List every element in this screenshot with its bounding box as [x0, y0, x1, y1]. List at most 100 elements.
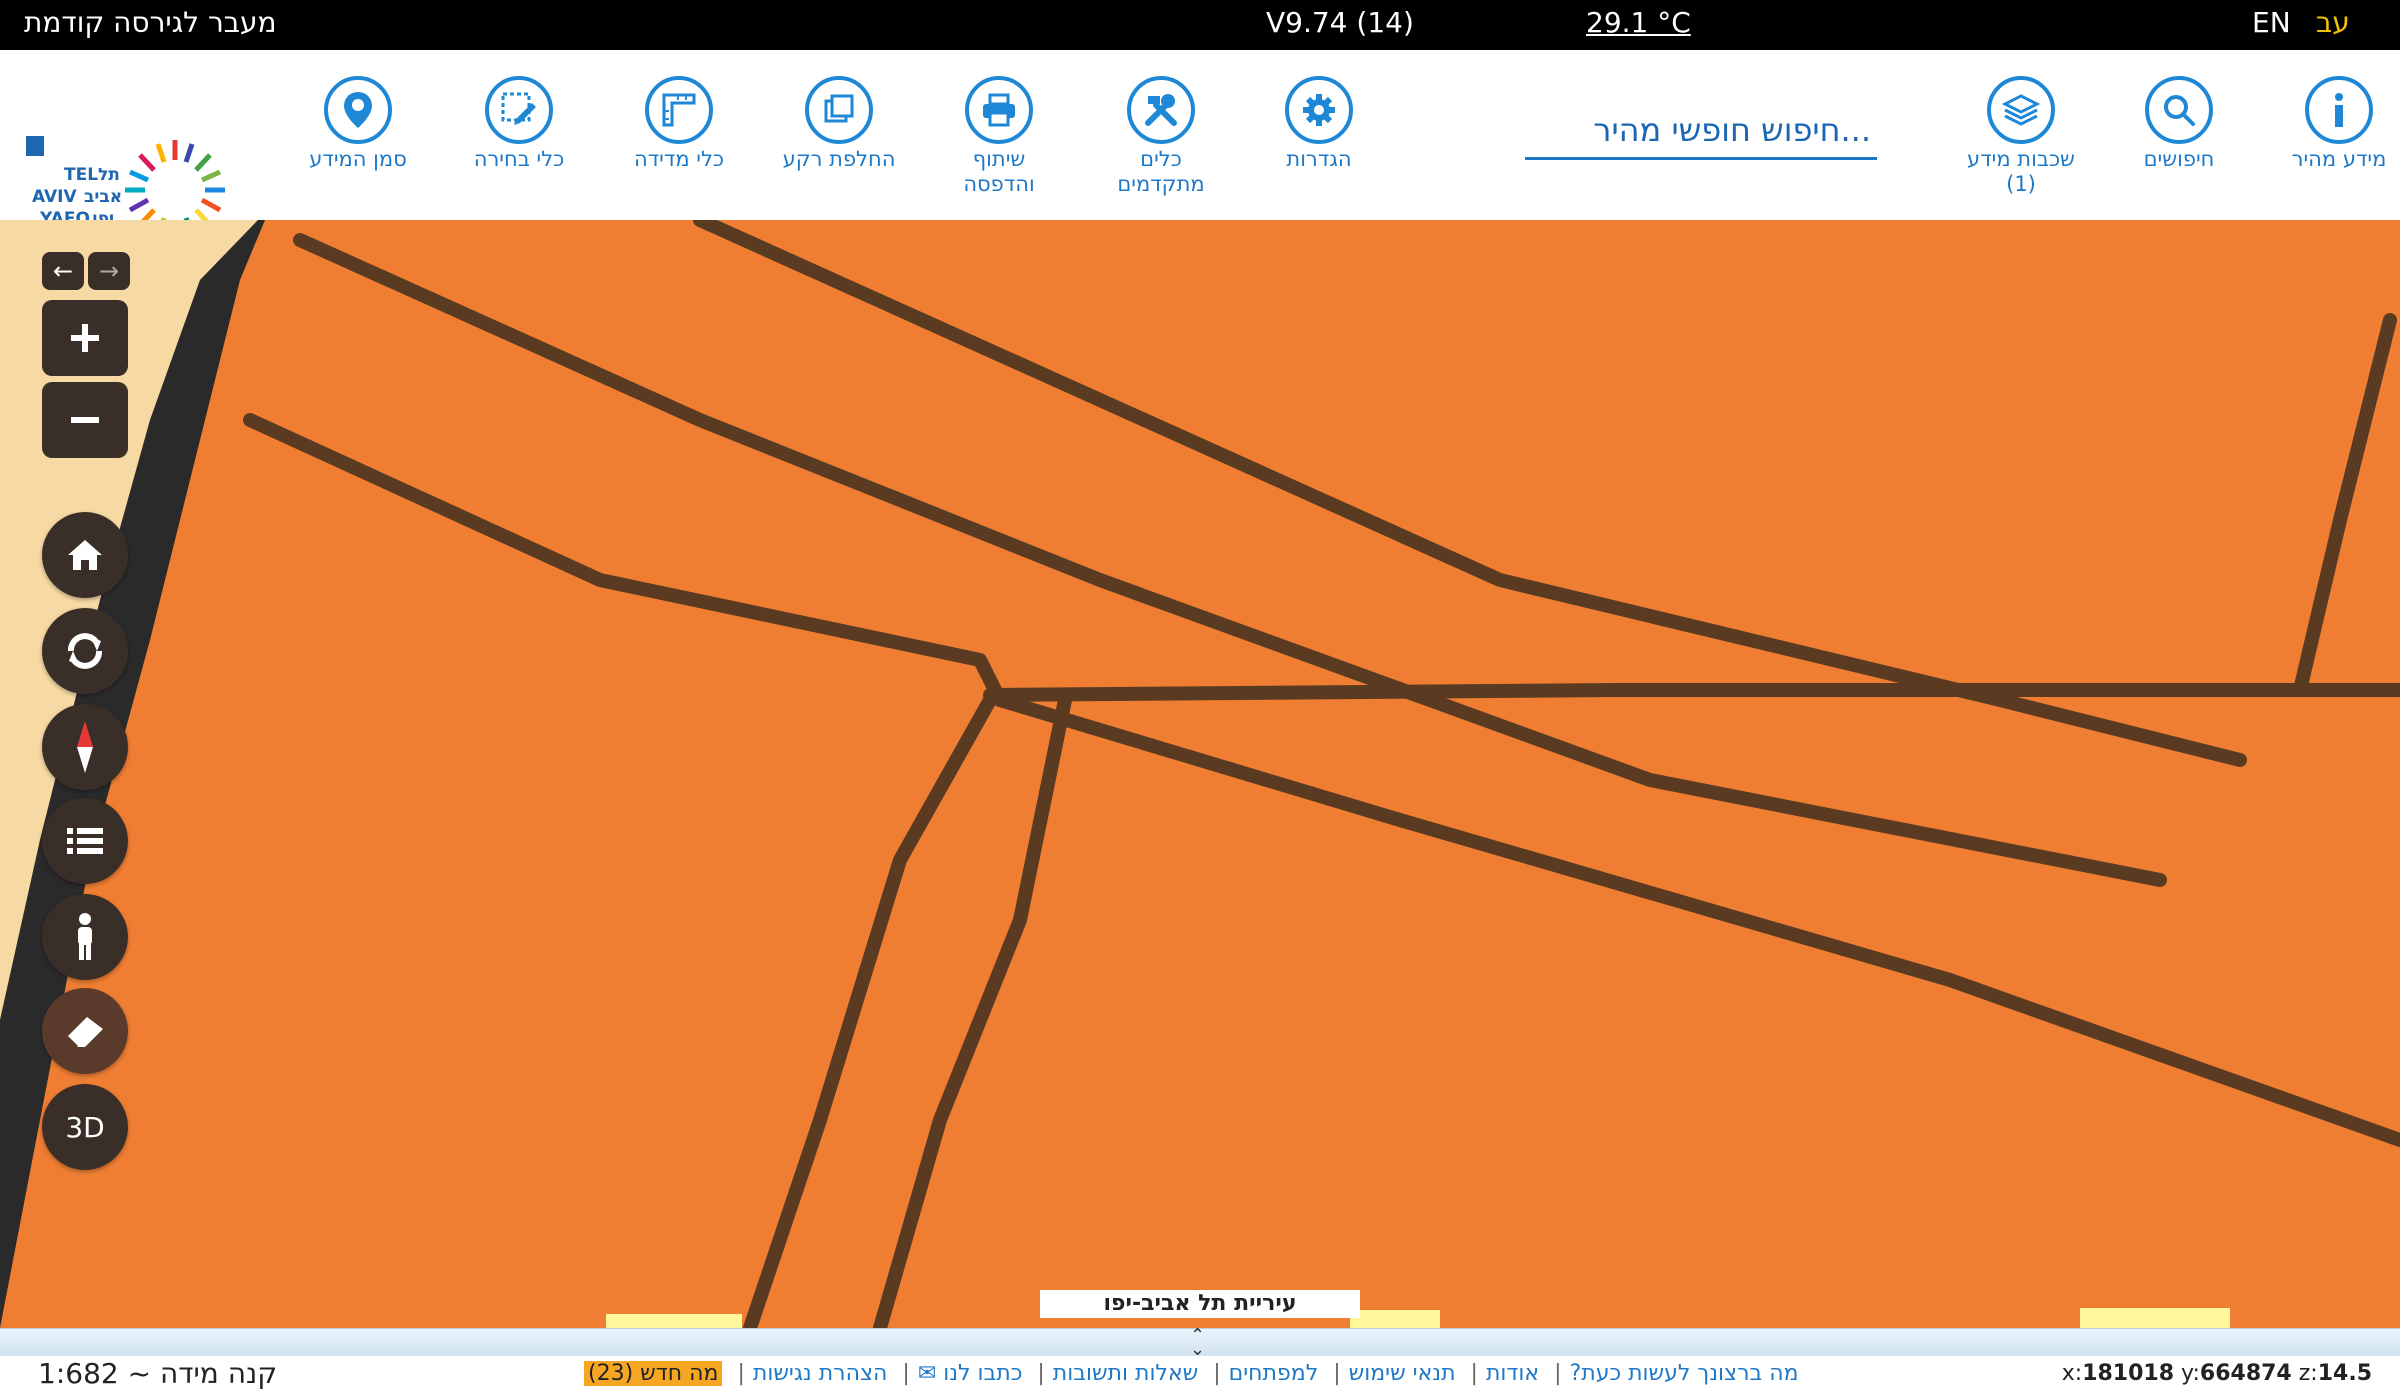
home-icon	[68, 540, 102, 570]
minus-icon	[71, 417, 99, 423]
street-view-button[interactable]	[42, 894, 128, 980]
panel-splitter[interactable]: ⌃ ⌄	[0, 1325, 2400, 1360]
settings-tool[interactable]: הגדרות	[1244, 76, 1394, 173]
quick-info-label: מידע מהיר	[2291, 147, 2387, 171]
footer-link-about[interactable]: אודות	[1486, 1361, 1539, 1386]
share-print-label-2: והדפסה	[963, 172, 1035, 196]
coord-y-label: y:	[2181, 1361, 2200, 1386]
home-button[interactable]	[42, 512, 128, 598]
whats-new-badge[interactable]: מה חדש (23)	[584, 1361, 723, 1386]
share-print-label-1: שיתוף	[972, 147, 1026, 171]
basemap-switch-tool[interactable]: החלפת רקע	[764, 76, 914, 173]
coord-z-label: z:	[2298, 1361, 2318, 1386]
top-bar: מעבר לגירסה קודמת V9.74 (14) 29.1 °C EN …	[0, 0, 2400, 50]
advanced-tools[interactable]: כלים מתקדמים	[1086, 76, 1236, 198]
zoom-out-button[interactable]	[42, 382, 128, 458]
logo-text-aviv: AVIV	[32, 187, 77, 207]
3d-button[interactable]: 3D	[42, 1084, 128, 1170]
map-history-arrows: ← →	[42, 252, 130, 290]
person-icon	[78, 913, 92, 960]
logo-text-tel: TEL	[64, 165, 98, 185]
searches-tool[interactable]: חיפושים	[2104, 76, 2254, 173]
footer-separator: |	[902, 1361, 910, 1386]
info-icon	[2305, 76, 2373, 144]
footer-separator: |	[737, 1361, 745, 1386]
eraser-icon	[65, 1017, 103, 1049]
language-he-button[interactable]: עב	[2316, 6, 2350, 40]
printer-icon	[965, 76, 1033, 144]
layers-icon	[1987, 76, 2055, 144]
building-patch-3	[2080, 1308, 2230, 1328]
footer-link-contact[interactable]: כתבו לנו ✉	[918, 1361, 1023, 1386]
info-marker-label: סמן המידע	[309, 147, 407, 171]
street-lines	[243, 220, 2400, 1328]
gear-icon	[1285, 76, 1353, 144]
coord-x-label: x:	[2061, 1361, 2083, 1386]
plus-icon	[71, 324, 99, 352]
select-edit-icon	[485, 76, 553, 144]
footer-separator: |	[1470, 1361, 1478, 1386]
info-layers-tool[interactable]: שכבות מידע (1)	[1946, 76, 2096, 198]
coord-x-value: 181018	[2082, 1361, 2175, 1386]
coord-y-value: 664874	[2199, 1361, 2292, 1386]
footer-link-terms[interactable]: תנאי שימוש	[1349, 1361, 1456, 1386]
building-patch-2	[1350, 1310, 1440, 1328]
building-patch-1	[606, 1314, 742, 1328]
compass-button[interactable]	[42, 704, 128, 790]
map-canvas[interactable]: עיריית תל אביב-יפו	[0, 220, 2400, 1328]
advanced-tools-label-1: כלים	[1140, 147, 1182, 171]
footer-separator: |	[1333, 1361, 1341, 1386]
info-layers-label-2: (1)	[2006, 172, 2036, 196]
quick-info-tool[interactable]: מידע מהיר	[2264, 76, 2400, 173]
refresh-icon	[68, 633, 102, 669]
tools-icon	[1127, 76, 1195, 144]
basemap-icon	[805, 76, 873, 144]
info-layers-label-1: שכבות מידע	[1967, 147, 2075, 171]
logo-text-he1: תל	[98, 165, 120, 185]
compass-icon	[77, 721, 93, 773]
measure-tool-label: כלי מדידה	[633, 147, 725, 171]
share-print-tool[interactable]: שיתוף והדפסה	[924, 76, 1074, 198]
map-pin-icon	[324, 76, 392, 144]
coord-z-value: 14.5	[2317, 1361, 2372, 1386]
footer-link-developers[interactable]: למפתחים	[1229, 1361, 1319, 1386]
version-label: V9.74 (14)	[1266, 6, 1414, 39]
forward-arrow-icon[interactable]: →	[88, 252, 130, 290]
advanced-tools-label-2: מתקדמים	[1117, 172, 1205, 196]
footer-links: מה ברצונך לעשות כעת? | אודות | תנאי שימוש |…	[580, 1356, 1803, 1392]
footer-bar: קנה מידה ~ 1:682 מה ברצונך לעשות כעת? | א…	[0, 1356, 2400, 1392]
searches-label: חיפושים	[2143, 147, 2215, 171]
quick-search-input[interactable]: חיפוש חופשי מהיר...	[1525, 105, 1877, 160]
footer-separator: |	[1554, 1361, 1562, 1386]
coordinates-readout: x:181018 y:664874 z:14.5	[2062, 1356, 2372, 1392]
footer-link-faq[interactable]: שאלות ותשובות	[1053, 1361, 1198, 1386]
basemap-switch-label: החלפת רקע	[782, 147, 896, 171]
list-icon	[67, 828, 103, 854]
quick-search-placeholder: חיפוש חופשי מהיר...	[1593, 111, 1871, 149]
footer-separator: |	[1213, 1361, 1221, 1386]
info-marker-tool[interactable]: סמן המידע	[283, 76, 433, 173]
refresh-button[interactable]	[42, 608, 128, 694]
logo-text-he2: אביב	[84, 187, 122, 207]
city-attribution-label: עיריית תל אביב-יפו	[1040, 1290, 1360, 1318]
footer-separator: |	[1037, 1361, 1045, 1386]
selection-tool-label: כלי בחירה	[473, 147, 565, 171]
language-en-button[interactable]: EN	[2252, 6, 2291, 40]
footer-link-accessibility[interactable]: הצהרת נגישות	[753, 1361, 888, 1386]
ruler-icon	[645, 76, 713, 144]
zoom-in-button[interactable]	[42, 300, 128, 376]
settings-label: הגדרות	[1286, 147, 1352, 171]
logo-emblem-icon	[26, 136, 44, 156]
previous-version-link[interactable]: מעבר לגירסה קודמת	[24, 6, 277, 40]
eraser-button[interactable]	[42, 988, 128, 1074]
search-icon	[2145, 76, 2213, 144]
back-arrow-icon[interactable]: ←	[42, 252, 84, 290]
temperature-link[interactable]: 29.1 °C	[1586, 6, 1691, 40]
footer-link-what-to-do[interactable]: מה ברצונך לעשות כעת?	[1570, 1361, 1799, 1386]
toolbar: TEL AVIV YAFO תל אביב יפו סמן המידע כלי …	[0, 50, 2400, 240]
3d-label: 3D	[65, 1110, 105, 1144]
legend-button[interactable]	[42, 798, 128, 884]
selection-tool[interactable]: כלי בחירה	[444, 76, 594, 173]
splitter-arrows-icon: ⌃ ⌄	[1190, 1325, 1206, 1360]
measure-tool[interactable]: כלי מדידה	[604, 76, 754, 173]
